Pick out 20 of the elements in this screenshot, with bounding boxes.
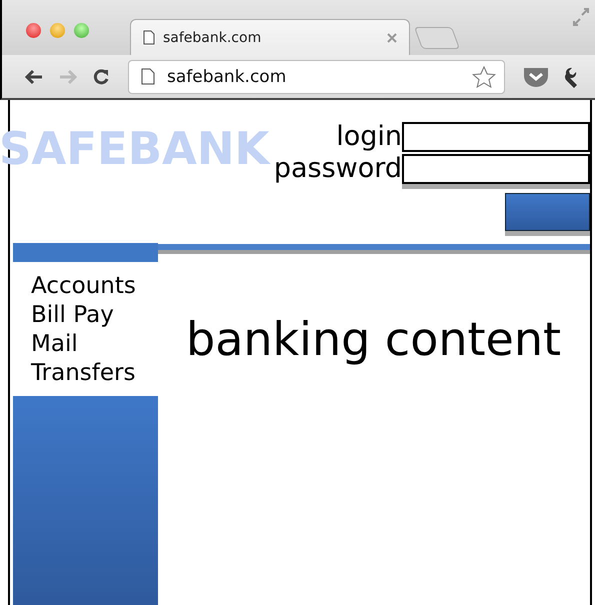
nav-link[interactable]: Bill Pay: [31, 301, 158, 330]
nav-link[interactable]: Accounts: [31, 272, 158, 301]
browser-tab[interactable]: safebank.com: [130, 19, 410, 55]
nav-link[interactable]: Mail: [31, 330, 158, 359]
close-button[interactable]: [26, 23, 41, 38]
star-icon[interactable]: [472, 66, 496, 88]
page-icon: [143, 30, 155, 45]
password-label: password: [274, 154, 402, 184]
fullscreen-icon[interactable]: [571, 8, 591, 26]
reload-icon[interactable]: [92, 68, 110, 86]
nav-link[interactable]: Transfers: [31, 359, 158, 388]
address-bar[interactable]: safebank.com: [128, 60, 505, 94]
close-icon[interactable]: [387, 32, 397, 42]
pocket-icon[interactable]: [523, 66, 549, 88]
content-text: banking content: [185, 311, 562, 366]
back-icon[interactable]: [24, 68, 44, 84]
password-field[interactable]: [402, 154, 590, 184]
login-field[interactable]: [402, 122, 590, 152]
login-label: login: [336, 122, 402, 152]
page-icon: [141, 68, 155, 85]
